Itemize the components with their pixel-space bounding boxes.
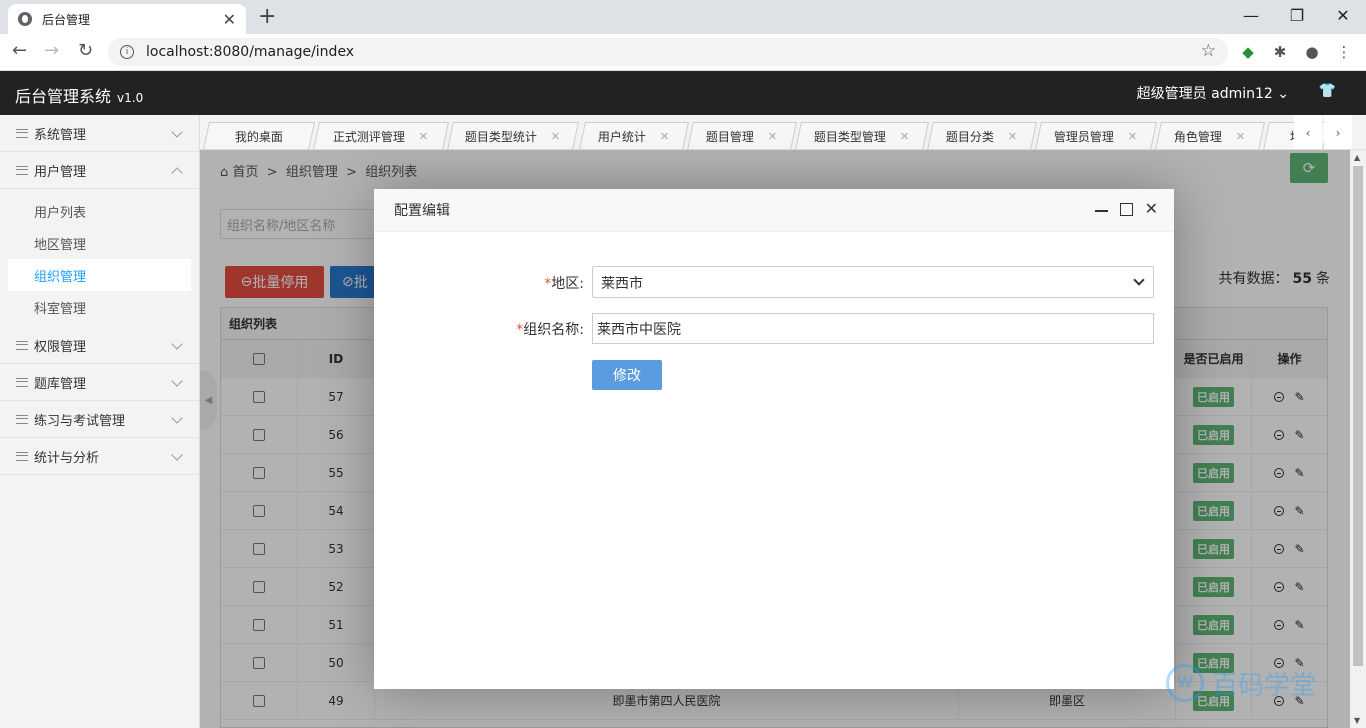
menu-icon <box>16 128 28 138</box>
region-select[interactable]: 莱西市 <box>592 266 1154 298</box>
chevron-down-icon <box>171 126 183 138</box>
sidebar-item-label: 题库管理 <box>34 376 87 392</box>
watermark-logo: W <box>1166 664 1204 702</box>
chevron-down-icon <box>1133 274 1145 286</box>
brand-title: 后台管理系统 <box>15 87 112 106</box>
chevron-down-icon <box>171 338 183 350</box>
tab-roles[interactable]: 角色管理 ✕ <box>1155 122 1265 149</box>
info-icon[interactable]: i <box>120 45 134 59</box>
menu-icon <box>16 165 28 175</box>
sidebar-subitem-organization[interactable]: 组织管理 <box>8 259 191 291</box>
bookmark-star-icon[interactable]: ☆ <box>1201 41 1216 61</box>
version-label: v1.0 <box>117 91 144 105</box>
menu-icon <box>16 340 28 350</box>
menu-icon <box>16 377 28 387</box>
region-value: 莱西市 <box>601 276 643 292</box>
sidebar-subitem-department[interactable]: 科室管理 <box>0 291 199 323</box>
tab-desktop[interactable]: 我的桌面 <box>203 122 315 149</box>
tab-admins[interactable]: 管理员管理 ✕ <box>1035 122 1157 149</box>
sidebar-item-question-bank[interactable]: 题库管理 <box>0 364 199 401</box>
close-window-icon[interactable]: ✕ <box>1320 0 1366 30</box>
url-text: localhost:8080/manage/index <box>146 44 355 60</box>
page-tab-strip: 我的桌面 正式测评管理 ✕ 题目类型统计 ✕ 用户统计 ✕ 题目管理 ✕ 题目类型管理 ✕… <box>200 115 1366 150</box>
close-icon[interactable]: ✕ <box>660 130 669 143</box>
new-tab-icon[interactable]: + <box>258 4 276 29</box>
tab-assessment[interactable]: 正式测评管理 ✕ <box>313 122 449 149</box>
edit-dialog: 配置编辑 ✕ *地区: 莱西市 *组织名称: 莱西市中医院 修改 <box>374 189 1174 689</box>
close-icon[interactable]: ✕ <box>768 130 777 143</box>
tab-questions[interactable]: 题目管理 ✕ <box>687 122 797 149</box>
tabs-prev-icon[interactable]: ‹ <box>1294 115 1322 149</box>
sidebar: 系统管理 用户管理 用户列表 地区管理 组织管理 科室管理 权限管理 题库管理 … <box>0 115 200 728</box>
sidebar-item-stats[interactable]: 统计与分析 <box>0 438 199 475</box>
close-icon[interactable]: ✕ <box>1236 130 1245 143</box>
submit-button[interactable]: 修改 <box>592 360 662 390</box>
browser-tab-strip: 后台管理 ✕ + — ❐ ✕ <box>0 0 1366 34</box>
url-field[interactable]: i localhost:8080/manage/index ☆ <box>108 38 1228 66</box>
chevron-down-icon: ⌄ <box>1272 86 1289 102</box>
sidebar-item-label: 用户管理 <box>34 164 87 180</box>
tab-question-types[interactable]: 题目类型管理 ✕ <box>795 122 929 149</box>
tab-type-stats[interactable]: 题目类型统计 ✕ <box>447 122 579 149</box>
tab-user-stats[interactable]: 用户统计 ✕ <box>579 122 689 149</box>
close-icon[interactable]: ✕ <box>1008 130 1017 143</box>
chevron-up-icon <box>171 167 183 179</box>
sidebar-item-permissions[interactable]: 权限管理 <box>0 327 199 364</box>
menu-icon <box>16 451 28 461</box>
close-icon[interactable]: ✕ <box>1145 199 1158 218</box>
sidebar-item-label: 统计与分析 <box>34 450 100 466</box>
close-icon[interactable]: ✕ <box>419 130 428 143</box>
sidebar-subitem-user-list[interactable]: 用户列表 <box>0 195 199 227</box>
chevron-down-icon <box>171 375 183 387</box>
back-icon[interactable]: ← <box>12 40 27 61</box>
close-tab-icon[interactable]: ✕ <box>223 10 236 29</box>
sidebar-item-label: 练习与考试管理 <box>34 413 126 429</box>
sidebar-subitem-region[interactable]: 地区管理 <box>0 227 199 259</box>
close-icon[interactable]: ✕ <box>900 130 909 143</box>
tab-categories[interactable]: 题目分类 ✕ <box>927 122 1037 149</box>
chevron-down-icon <box>171 449 183 461</box>
region-label: *地区: <box>544 276 584 292</box>
app-header: 后台管理系统 v1.0 超级管理员 admin12 ⌄ 👕 <box>0 71 1366 115</box>
profile-icon[interactable]: ● <box>1302 42 1322 62</box>
sidebar-item-exams[interactable]: 练习与考试管理 <box>0 401 199 438</box>
org-name-input[interactable]: 莱西市中医院 <box>592 313 1154 344</box>
close-icon[interactable]: ✕ <box>551 130 560 143</box>
user-label: 超级管理员 admin12 <box>1136 86 1273 102</box>
user-menu[interactable]: 超级管理员 admin12 ⌄ <box>1137 83 1289 103</box>
browser-tab-title: 后台管理 <box>42 12 91 27</box>
globe-icon <box>18 12 32 26</box>
forward-icon[interactable]: → <box>44 40 59 61</box>
reload-icon[interactable]: ↻ <box>78 40 93 61</box>
dialog-title: 配置编辑 <box>374 189 1174 232</box>
theme-shirt-icon[interactable]: 👕 <box>1319 83 1336 99</box>
browser-tab[interactable]: 后台管理 ✕ <box>8 4 246 34</box>
sidebar-item-users[interactable]: 用户管理 <box>0 152 199 189</box>
maximize-icon[interactable] <box>1119 203 1133 216</box>
app-brand: 后台管理系统 v1.0 <box>15 83 143 107</box>
sidebar-item-label: 系统管理 <box>34 127 87 143</box>
tabs-next-icon[interactable]: › <box>1324 115 1352 149</box>
close-icon[interactable]: ✕ <box>1128 130 1137 143</box>
vertical-scrollbar[interactable]: ▲ ▼ <box>1350 150 1366 728</box>
restore-window-icon[interactable]: ❐ <box>1274 0 1320 30</box>
watermark: W 百码学堂 <box>1166 664 1316 702</box>
chevron-down-icon <box>171 412 183 424</box>
minimize-icon[interactable] <box>1094 210 1108 212</box>
minimize-window-icon[interactable]: — <box>1228 0 1274 30</box>
extension-icon[interactable]: ◆ <box>1238 42 1258 62</box>
org-name-label: *组织名称: <box>516 322 584 338</box>
sidebar-item-label: 权限管理 <box>34 339 87 355</box>
watermark-text: 百码学堂 <box>1212 670 1317 701</box>
address-bar-row: ← → ↻ i localhost:8080/manage/index ☆ ◆ … <box>0 34 1366 71</box>
puzzle-icon[interactable]: ✱ <box>1270 42 1290 62</box>
menu-dots-icon[interactable]: ⋮ <box>1334 42 1354 62</box>
sidebar-item-system[interactable]: 系统管理 <box>0 115 199 152</box>
menu-icon <box>16 414 28 424</box>
